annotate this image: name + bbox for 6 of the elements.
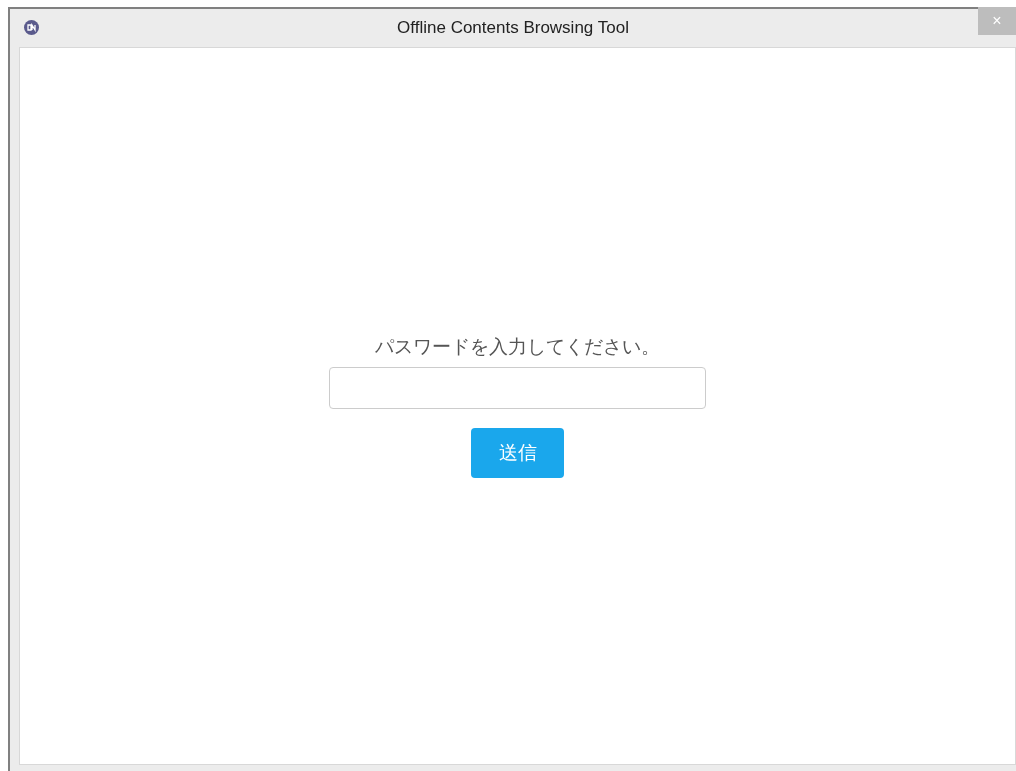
window-title: Offline Contents Browsing Tool (397, 17, 629, 40)
password-prompt: パスワードを入力してください。 (375, 335, 660, 359)
submit-button[interactable]: 送信 (471, 428, 564, 478)
app-logo-icon (24, 20, 39, 35)
close-button[interactable]: × (978, 7, 1016, 35)
password-field[interactable] (329, 367, 706, 409)
